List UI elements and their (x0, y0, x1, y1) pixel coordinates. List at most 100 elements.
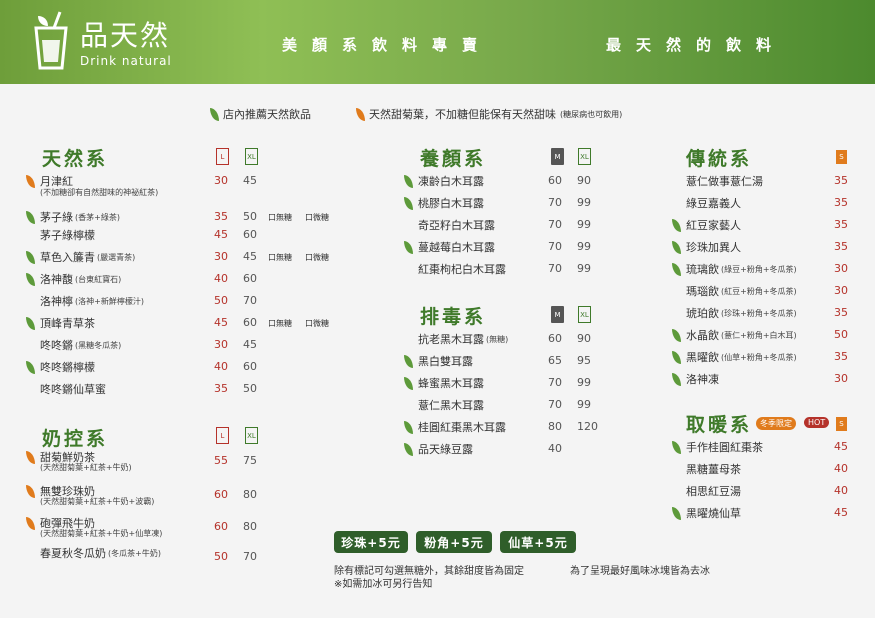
price-xl: 95 (577, 354, 591, 367)
orange-leaf-icon (356, 107, 365, 121)
price-l: 30 (214, 250, 228, 263)
price-xl: 45 (243, 174, 257, 187)
item-name: 瑪瑙飲 (686, 285, 719, 298)
price-xl: 70 (243, 550, 257, 563)
price-s: 45 (834, 440, 848, 453)
price-l: 30 (214, 338, 228, 351)
size-l-icon: L (216, 427, 229, 444)
price-s: 35 (834, 350, 848, 363)
leaf-slot (672, 440, 686, 454)
size-xl-icon: XL (245, 427, 258, 444)
item-name: 水晶飲 (686, 329, 719, 342)
menu-item: 薏仁做事薏仁湯 (672, 172, 763, 190)
price-l: 55 (214, 454, 228, 467)
price-xl: 99 (577, 218, 591, 231)
price-s: 40 (834, 484, 848, 497)
price-xl: 99 (577, 240, 591, 253)
leaf-slot (672, 506, 686, 520)
item-name: 茅子綠 (40, 211, 73, 224)
item-name: 春夏秋冬瓜奶 (40, 547, 106, 560)
item-name: 琥珀飲 (686, 307, 719, 320)
item-name: 頂峰青草茶 (40, 317, 95, 330)
leaf-slot (404, 376, 418, 390)
item-name: 薏仁做事薏仁湯 (686, 175, 763, 188)
price-s: 35 (834, 306, 848, 319)
price-xl: 45 (243, 338, 257, 351)
item-name: 黑曜燒仙草 (686, 507, 741, 520)
price-l: 60 (214, 488, 228, 501)
header-banner: 品天然 Drink natural 美顏系飲料專賣 最天然的飲料 (0, 0, 875, 84)
menu-item: 黑曜燒仙草 (672, 504, 741, 522)
item-name: 紅豆家藝人 (686, 219, 741, 232)
leaf-slot (26, 316, 40, 330)
leaf-slot (26, 516, 40, 530)
section-title-natural: 天然系 (42, 148, 109, 170)
price-l: 35 (214, 382, 228, 395)
leaf-slot (26, 360, 40, 374)
menu-item: 桂圓紅棗黑木耳露 (404, 418, 506, 436)
footer-note-add-ice: ※如需加冰可另行告知 (334, 579, 433, 590)
green-leaf-icon (26, 272, 35, 286)
item-description: (珍珠+粉角+冬瓜茶) (721, 308, 797, 318)
price-xl: 90 (577, 332, 591, 345)
menu-item: 紅豆家藝人 (672, 216, 741, 234)
item-name: 黑白雙耳露 (418, 355, 473, 368)
leaf-slot (672, 240, 686, 254)
menu-item: 相思紅豆湯 (672, 482, 741, 500)
item-name: 薏仁黑木耳露 (418, 399, 484, 412)
menu-item: 紅棗枸杞白木耳露 (404, 260, 506, 278)
green-leaf-icon (404, 354, 413, 368)
green-leaf-icon (404, 240, 413, 254)
price-s: 35 (834, 196, 848, 209)
cup-logo-icon (34, 11, 68, 70)
menu-item: 凍齡白木耳露 (404, 172, 484, 190)
menu-item: 珍珠加異人 (672, 238, 741, 256)
item-name: 月津紅 (40, 175, 73, 188)
price-xl: 90 (577, 174, 591, 187)
price-s: 30 (834, 284, 848, 297)
green-leaf-icon (672, 372, 681, 386)
menu-item: 奇亞籽白木耳露 (404, 216, 495, 234)
item-description: (天然甜菊葉+紅茶+牛奶+仙草凍) (40, 529, 163, 538)
price-m: 60 (548, 332, 562, 345)
green-leaf-icon (672, 506, 681, 520)
menu-item: 咚咚鏘 (黑糖冬瓜茶) (26, 336, 121, 354)
orange-leaf-icon (26, 484, 35, 498)
item-name: 黑糖薑母茶 (686, 463, 741, 476)
item-name: 蔓越莓白木耳露 (418, 241, 495, 254)
item-description: (台東紅寶石) (75, 274, 122, 284)
green-leaf-icon (404, 196, 413, 210)
price-s: 35 (834, 218, 848, 231)
menu-item: 蔓越莓白木耳露 (404, 238, 495, 256)
item-description: (天然甜菊葉+紅茶+牛奶) (40, 463, 132, 472)
section-title-traditional: 傳統系 (686, 148, 753, 170)
price-xl: 80 (243, 520, 257, 533)
item-name: 茅子綠檸檬 (40, 229, 95, 242)
price-s: 40 (834, 462, 848, 475)
green-leaf-icon (404, 174, 413, 188)
menu-item: 茅子綠檸檬 (26, 226, 95, 244)
brand-name: 品天然 (80, 19, 171, 52)
menu-item: 草色入簾青 (嚴選青茶) (26, 248, 135, 266)
green-leaf-icon (404, 376, 413, 390)
section-title-detox: 排毒系 (420, 306, 487, 328)
green-leaf-icon (26, 250, 35, 264)
size-l-icon: L (216, 148, 229, 165)
leaf-slot (26, 210, 40, 224)
price-xl: 70 (243, 294, 257, 307)
item-description: (洛神+新鮮檸檬汁) (75, 296, 144, 306)
menu-item: 黑糖薑母茶 (672, 460, 741, 478)
price-xl: 99 (577, 262, 591, 275)
price-xl: 120 (577, 420, 598, 433)
price-l: 45 (214, 228, 228, 241)
menu-item: 黑曜飲 (仙草+粉角+冬瓜茶) (672, 348, 797, 366)
size-xl-icon: XL (578, 306, 591, 323)
item-name: 洛神馥 (40, 273, 73, 286)
leaf-slot (672, 372, 686, 386)
price-s: 30 (834, 262, 848, 275)
green-leaf-icon (672, 262, 681, 276)
section-title-beauty: 養顏系 (420, 148, 487, 170)
menu-item: 水晶飲 (薏仁+粉角+白木耳) (672, 326, 797, 344)
menu-item: 春夏秋冬瓜奶 (冬瓜茶+牛奶) (26, 544, 161, 562)
price-xl: 80 (243, 488, 257, 501)
